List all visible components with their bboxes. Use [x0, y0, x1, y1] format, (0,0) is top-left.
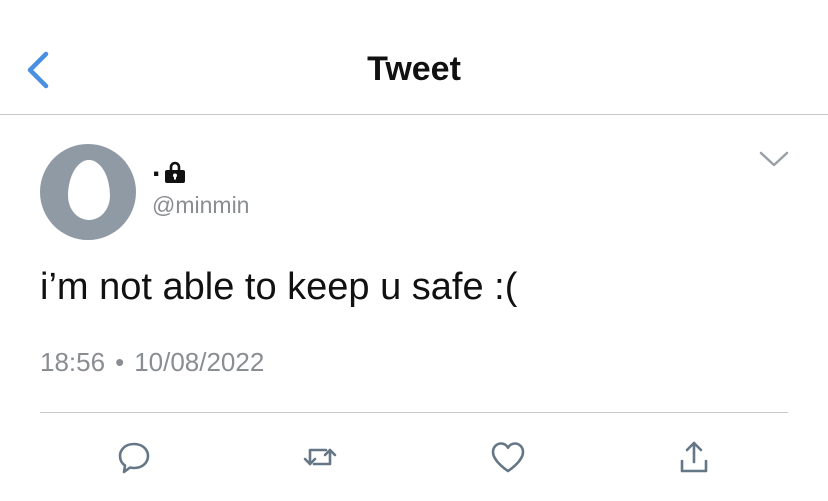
top-nav-bar: Tweet [0, 0, 828, 115]
chevron-down-icon [759, 151, 789, 167]
tweet-timestamp: 18:56 • 10/08/2022 [40, 347, 264, 378]
page-title: Tweet [367, 50, 461, 88]
like-button[interactable] [488, 437, 528, 477]
share-button[interactable] [674, 437, 714, 477]
tweet-text: i’m not able to keep u safe :( [40, 266, 518, 308]
tweet-time: 18:56 [40, 347, 106, 377]
avatar[interactable] [40, 144, 136, 240]
display-name: . [152, 150, 161, 183]
separator-dot: • [115, 347, 125, 377]
default-egg-avatar [68, 160, 110, 220]
tweet-menu-button[interactable] [758, 148, 790, 170]
tweet-date: 10/08/2022 [134, 347, 265, 377]
display-name-row[interactable]: . [152, 150, 186, 184]
share-icon [680, 441, 708, 473]
heart-icon [491, 442, 525, 473]
retweet-icon [303, 448, 337, 466]
reply-button[interactable] [114, 437, 154, 477]
divider [40, 412, 788, 413]
user-handle[interactable]: @minmin [152, 192, 249, 219]
retweet-button[interactable] [300, 437, 340, 477]
reply-icon [118, 442, 150, 474]
lock-icon [165, 161, 186, 183]
